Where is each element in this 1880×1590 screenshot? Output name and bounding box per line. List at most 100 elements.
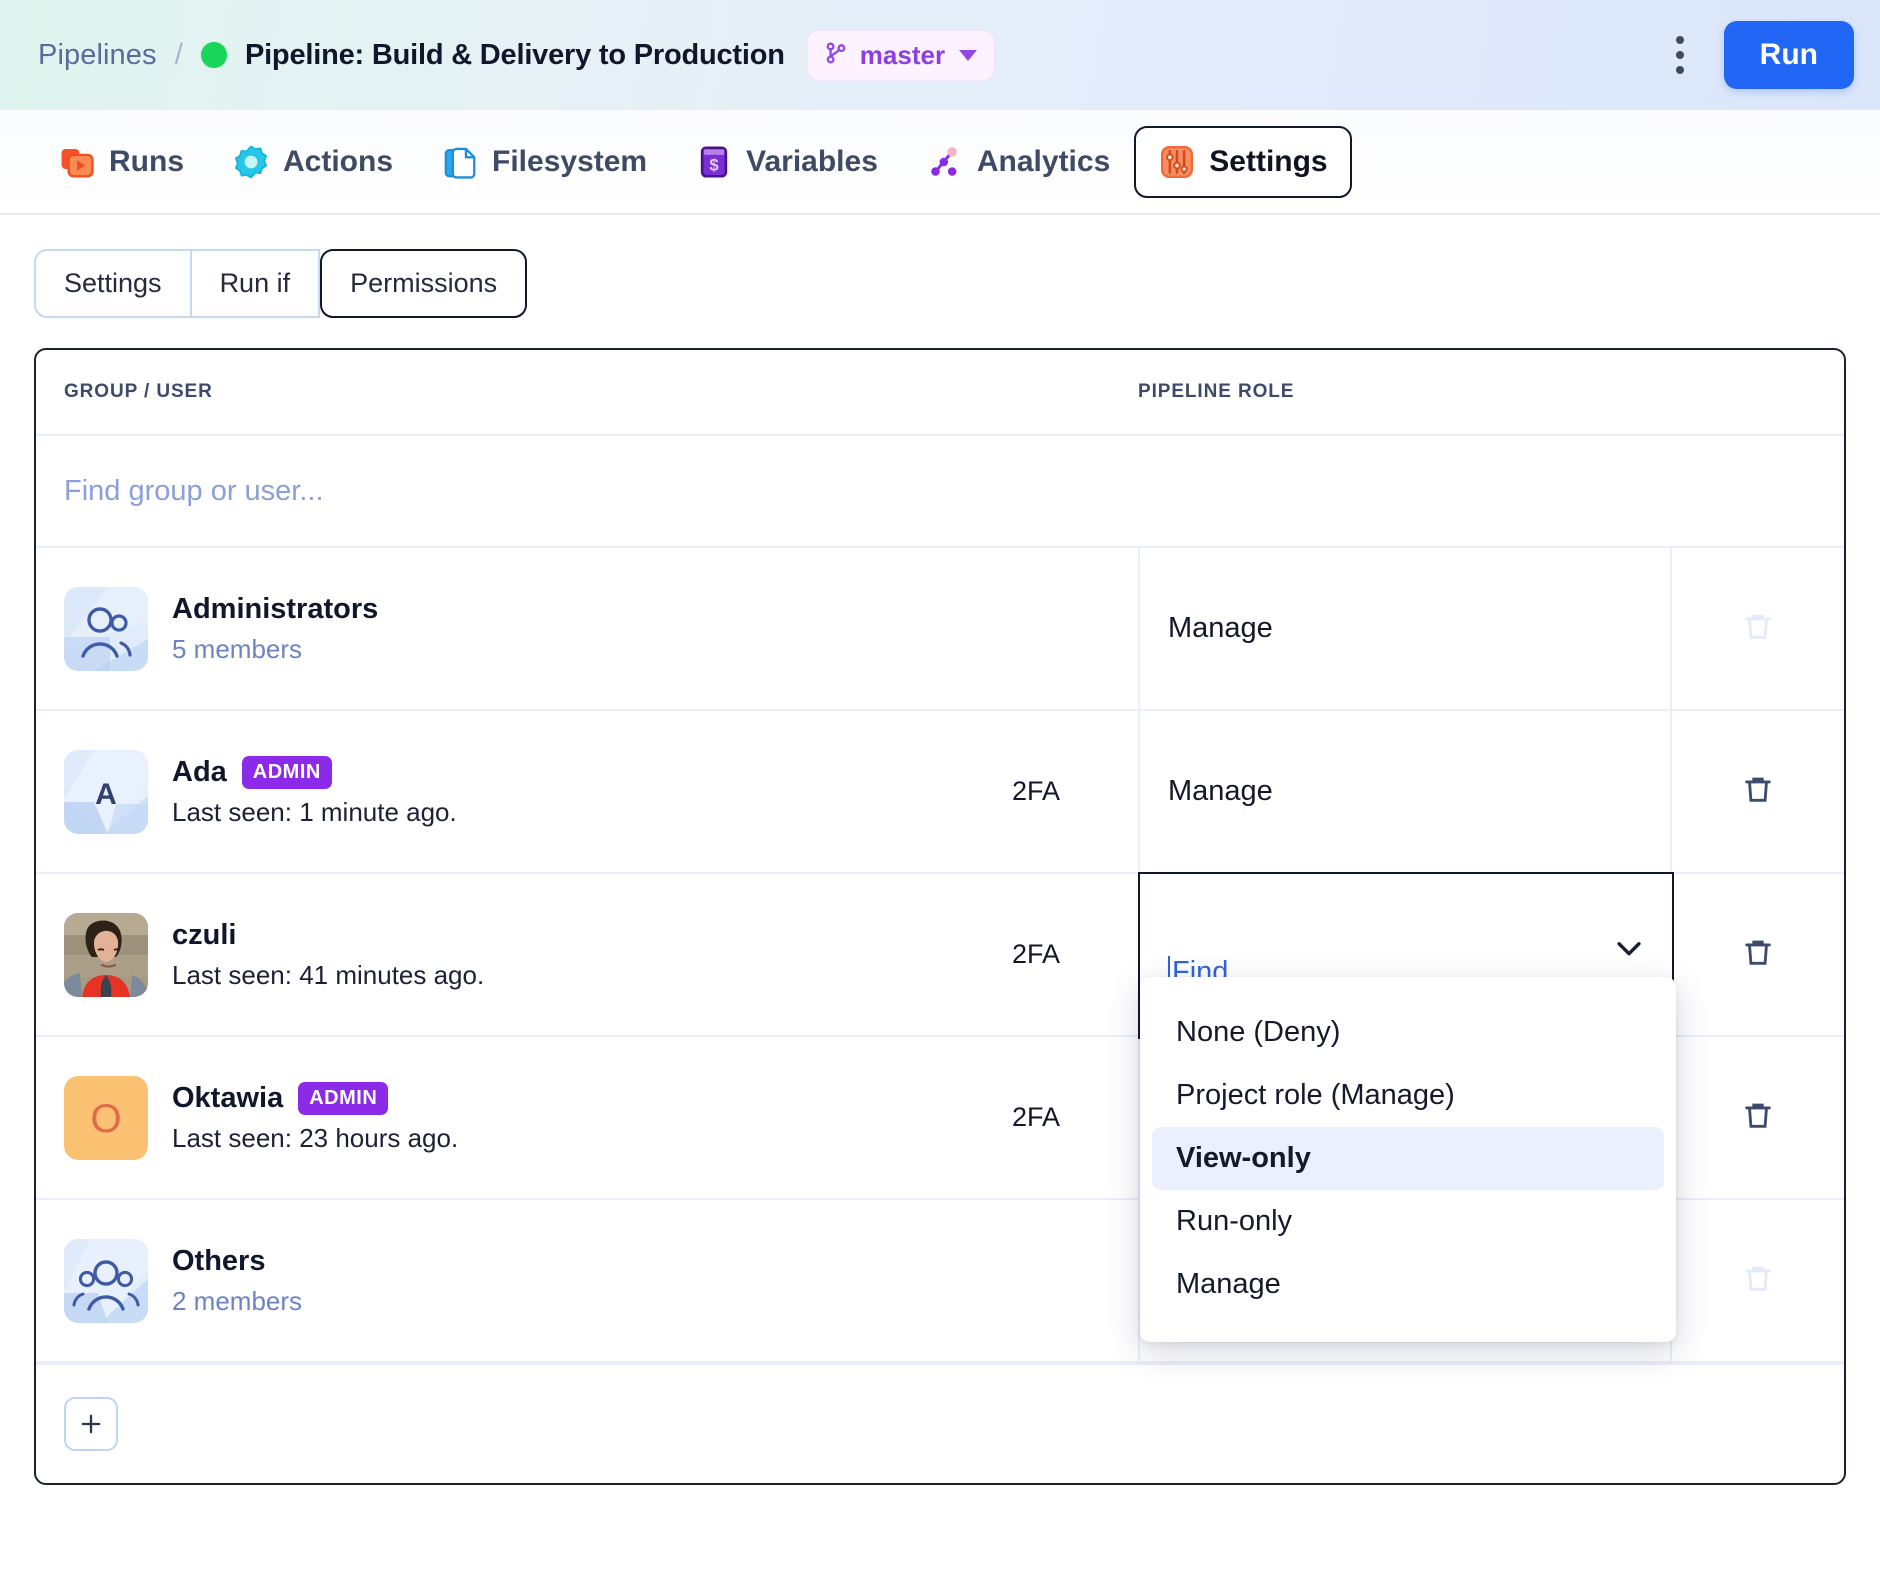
settings-icon (1158, 143, 1196, 181)
subtab-permissions[interactable]: Permissions (320, 249, 527, 318)
delete-icon (1741, 609, 1775, 648)
delete-icon[interactable] (1741, 1098, 1775, 1137)
tab-settings-label: Settings (1209, 145, 1327, 179)
variables-icon: $ (695, 143, 733, 181)
tab-analytics-label: Analytics (977, 145, 1110, 179)
top-bar: Pipelines / Pipeline: Build & Delivery t… (0, 0, 1880, 110)
row-actions (1670, 1037, 1844, 1198)
sub-tabs-container: Settings Run if Permissions (0, 215, 1880, 318)
tab-filesystem[interactable]: Filesystem (417, 126, 671, 198)
row-name: czuli (172, 919, 236, 952)
initial-avatar: A (64, 750, 148, 834)
breadcrumb-pipelines-link[interactable]: Pipelines (38, 39, 157, 72)
permissions-panel: GROUP / USER PIPELINE ROLE (34, 348, 1846, 1485)
tab-filesystem-label: Filesystem (492, 145, 647, 179)
run-button[interactable]: Run (1724, 21, 1854, 89)
row-role[interactable]: Find None (Deny) Project role (Manage) V… (1138, 874, 1670, 1035)
delete-icon (1741, 1261, 1775, 1300)
tab-runs[interactable]: Runs (34, 126, 208, 198)
table-row: czuli Last seen: 41 minutes ago. 2FA Fin… (36, 874, 1844, 1037)
search-row (36, 436, 1844, 548)
group-avatar (64, 1239, 148, 1323)
row-subtitle: Last seen: 23 hours ago. (172, 1123, 458, 1154)
row-user-info: Administrators 5 members (172, 593, 378, 665)
table-row: Administrators 5 members Manage (36, 548, 1844, 711)
tab-variables[interactable]: $ Variables (671, 126, 902, 198)
tab-variables-label: Variables (746, 145, 878, 179)
role-option-view-only[interactable]: View-only (1152, 1127, 1664, 1190)
role-option-run-only[interactable]: Run-only (1152, 1190, 1664, 1253)
admin-badge: ADMIN (242, 756, 332, 789)
row-user-cell: Others 2 members (36, 1200, 1012, 1361)
plus-icon (77, 1410, 105, 1438)
role-option-none-deny[interactable]: None (Deny) (1152, 1001, 1664, 1064)
photo-avatar (64, 913, 148, 997)
svg-text:$: $ (709, 155, 718, 174)
page-title: Pipeline: Build & Delivery to Production (245, 39, 785, 72)
row-2fa: 2FA (1012, 1037, 1138, 1198)
row-2fa: 2FA (1012, 711, 1138, 872)
row-user-info: Others 2 members (172, 1245, 302, 1317)
subtab-run-if[interactable]: Run if (192, 249, 321, 318)
row-name: Administrators (172, 593, 378, 626)
row-name-line: Others (172, 1245, 302, 1278)
breadcrumb: Pipelines / Pipeline: Build & Delivery t… (38, 30, 1654, 81)
row-actions (1670, 548, 1844, 709)
row-subtitle: 2 members (172, 1286, 302, 1317)
row-name: Others (172, 1245, 265, 1278)
actions-icon (232, 143, 270, 181)
row-2fa (1012, 1200, 1138, 1361)
add-permission-button[interactable] (64, 1397, 118, 1451)
row-user-cell: Administrators 5 members (36, 548, 1012, 709)
main-nav-tabs: Runs Actions Filesystem $ (0, 110, 1880, 215)
tab-runs-label: Runs (109, 145, 184, 179)
row-user-cell: czuli Last seen: 41 minutes ago. (36, 874, 1012, 1035)
role-option-manage[interactable]: Manage (1152, 1253, 1664, 1316)
branch-name: master (860, 40, 945, 71)
tab-settings[interactable]: Settings (1134, 126, 1351, 198)
svg-text:A: A (95, 778, 117, 811)
table-header: GROUP / USER PIPELINE ROLE (36, 350, 1844, 436)
filesystem-icon (441, 143, 479, 181)
role-dropdown-menu: None (Deny) Project role (Manage) View-o… (1140, 977, 1676, 1342)
search-input[interactable] (64, 475, 764, 508)
tab-actions-label: Actions (283, 145, 393, 179)
row-actions (1670, 874, 1844, 1035)
row-role[interactable]: Manage (1138, 711, 1670, 872)
tab-analytics[interactable]: Analytics (902, 126, 1134, 198)
row-subtitle: 5 members (172, 634, 378, 665)
role-option-project-role[interactable]: Project role (Manage) (1152, 1064, 1664, 1127)
row-name-line: Administrators (172, 593, 378, 626)
table-row: A Ada ADMIN Last seen: 1 minute ago. 2FA… (36, 711, 1844, 874)
column-header-pipeline-role: PIPELINE ROLE (1138, 381, 1670, 403)
row-role[interactable]: Manage (1138, 548, 1670, 709)
row-user-cell: O Oktawia ADMIN Last seen: 23 hours ago. (36, 1037, 1012, 1198)
row-name-line: Ada ADMIN (172, 756, 457, 789)
row-2fa (1012, 548, 1138, 709)
row-name-line: Oktawia ADMIN (172, 1082, 458, 1115)
runs-icon (58, 143, 96, 181)
tab-actions[interactable]: Actions (208, 126, 417, 198)
pipeline-status-dot (201, 42, 227, 68)
row-2fa: 2FA (1012, 874, 1138, 1035)
breadcrumb-separator: / (175, 38, 183, 72)
svg-text:O: O (90, 1097, 121, 1141)
delete-icon[interactable] (1741, 935, 1775, 974)
row-name: Oktawia (172, 1082, 283, 1115)
subtab-settings[interactable]: Settings (34, 249, 192, 318)
chevron-down-icon[interactable] (1612, 931, 1646, 973)
row-actions (1670, 1200, 1844, 1361)
sub-tabs: Settings Run if Permissions (34, 249, 1846, 318)
delete-icon[interactable] (1741, 772, 1775, 811)
more-options-button[interactable] (1654, 27, 1706, 83)
analytics-icon (926, 143, 964, 181)
chevron-down-icon (959, 50, 977, 61)
column-header-group-user: GROUP / USER (64, 381, 1138, 403)
row-user-cell: A Ada ADMIN Last seen: 1 minute ago. (36, 711, 1012, 872)
group-avatar (64, 587, 148, 671)
row-actions (1670, 711, 1844, 872)
branch-selector[interactable]: master (807, 30, 995, 81)
row-subtitle: Last seen: 41 minutes ago. (172, 960, 484, 991)
row-user-info: Ada ADMIN Last seen: 1 minute ago. (172, 756, 457, 828)
row-user-info: Oktawia ADMIN Last seen: 23 hours ago. (172, 1082, 458, 1154)
